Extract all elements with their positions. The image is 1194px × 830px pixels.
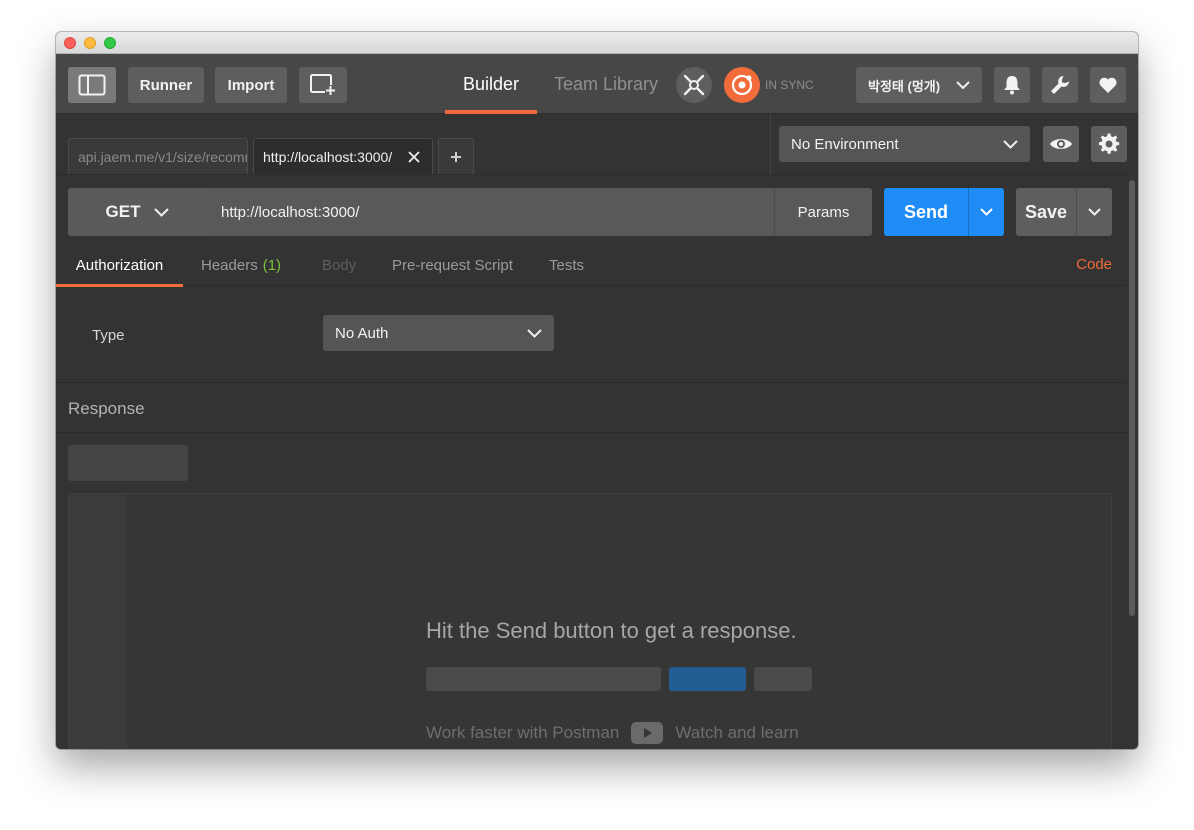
new-window-button[interactable] <box>299 67 347 103</box>
runner-button[interactable]: Runner <box>128 67 204 103</box>
placeholder-bar <box>754 667 812 691</box>
request-subtabs: Authorization Headers (1) Body Pre-reque… <box>56 245 1126 287</box>
send-button[interactable]: Send <box>884 188 968 236</box>
request-tab-active[interactable]: http://localhost:3000/ <box>253 138 433 174</box>
new-tab-button[interactable] <box>438 138 474 174</box>
close-tab-icon[interactable] <box>408 151 420 163</box>
response-header: Response <box>56 383 1126 433</box>
tab-body[interactable]: Body <box>322 245 356 286</box>
url-input[interactable] <box>207 188 775 236</box>
satellite-icon <box>683 74 705 96</box>
environment-label: No Environment <box>791 135 899 153</box>
scrollbar[interactable] <box>1126 174 1138 749</box>
response-title: Response <box>68 399 145 418</box>
request-tab[interactable]: api.jaem.me/v1/size/recomm <box>68 138 248 174</box>
generate-code-link[interactable]: Code <box>1076 256 1112 273</box>
tab-headers-label: Headers <box>201 257 258 274</box>
authorization-panel: Type No Auth <box>56 287 1126 383</box>
close-window-button[interactable] <box>64 37 76 49</box>
notifications-button[interactable] <box>994 67 1030 103</box>
minimize-window-button[interactable] <box>84 37 96 49</box>
params-button[interactable]: Params <box>774 188 872 236</box>
chevron-down-icon <box>527 328 542 338</box>
request-tab-label: http://localhost:3000/ <box>263 148 393 165</box>
chevron-down-icon <box>980 208 993 216</box>
tab-builder[interactable]: Builder <box>445 54 537 114</box>
zoom-window-button[interactable] <box>104 37 116 49</box>
favorites-button[interactable] <box>1090 67 1126 103</box>
request-tab-label: api.jaem.me/v1/size/recomm <box>78 148 248 165</box>
import-button[interactable]: Import <box>215 67 287 103</box>
user-name: 박정태 (멍개) <box>868 78 941 94</box>
eye-icon <box>1050 139 1072 149</box>
sidebar-toggle-button[interactable] <box>68 67 116 103</box>
sync-button[interactable] <box>724 67 760 103</box>
method-label: GET <box>105 202 141 221</box>
environment-select[interactable]: No Environment <box>779 126 1030 162</box>
chevron-down-icon <box>1003 139 1018 149</box>
method-select[interactable]: GET <box>68 188 207 236</box>
tab-pre-request-script[interactable]: Pre-request Script <box>392 245 513 286</box>
environment-bar: No Environment <box>770 114 1138 174</box>
tab-team-library[interactable]: Team Library <box>549 54 663 114</box>
tab-tests[interactable]: Tests <box>549 245 584 286</box>
settings-wrench-button[interactable] <box>1042 67 1078 103</box>
bell-icon <box>1004 76 1020 95</box>
save-button[interactable]: Save <box>1016 188 1076 236</box>
heart-icon <box>1099 77 1117 93</box>
response-meta-placeholder <box>68 445 188 481</box>
promo-text: Work faster with Postman <box>426 723 620 742</box>
wrench-icon <box>1051 76 1069 94</box>
placeholder-bar <box>426 667 661 691</box>
request-tab-strip: api.jaem.me/v1/size/recomm http://localh… <box>56 114 770 174</box>
chevron-down-icon <box>956 80 970 89</box>
gear-icon <box>1098 133 1120 154</box>
save-options-button[interactable] <box>1076 188 1112 236</box>
app-window: Runner Import Builder Team Library IN SY… <box>56 32 1138 749</box>
new-window-icon <box>310 74 336 96</box>
scrollbar-thumb[interactable] <box>1129 180 1135 616</box>
placeholder-bar-accent <box>669 667 746 691</box>
toolbar: Runner Import Builder Team Library IN SY… <box>56 54 1138 114</box>
video-play-icon[interactable] <box>631 722 664 744</box>
sync-status: IN SYNC <box>765 78 814 92</box>
sync-icon <box>731 74 753 96</box>
plus-icon <box>451 151 461 162</box>
response-body: Hit the Send button to get a response. W… <box>68 493 1112 749</box>
auth-type-label: Type <box>92 327 125 344</box>
promo-line: Work faster with Postman Watch and learn <box>426 722 799 744</box>
tab-authorization[interactable]: Authorization <box>56 245 183 287</box>
line-number-gutter <box>69 494 127 749</box>
manage-environments-button[interactable] <box>1091 126 1127 162</box>
chevron-down-icon <box>154 207 170 217</box>
send-options-button[interactable] <box>968 188 1004 236</box>
auth-type-value: No Auth <box>335 324 389 342</box>
auth-type-select[interactable]: No Auth <box>323 315 554 351</box>
watch-and-learn-link[interactable]: Watch and learn <box>675 723 798 743</box>
user-menu-dropdown[interactable]: 박정태 (멍개) <box>856 67 982 103</box>
builder-panel: GET Params Send Save Authorization Heade… <box>56 174 1126 749</box>
tab-headers[interactable]: Headers (1) <box>201 245 281 286</box>
sidebar-icon <box>78 74 106 96</box>
interceptor-button[interactable] <box>676 67 712 103</box>
title-bar <box>56 32 1138 54</box>
chevron-down-icon <box>1088 208 1101 216</box>
empty-response-message: Hit the Send button to get a response. <box>426 618 797 643</box>
headers-count-badge: (1) <box>262 257 282 274</box>
environment-quick-look-button[interactable] <box>1043 126 1079 162</box>
